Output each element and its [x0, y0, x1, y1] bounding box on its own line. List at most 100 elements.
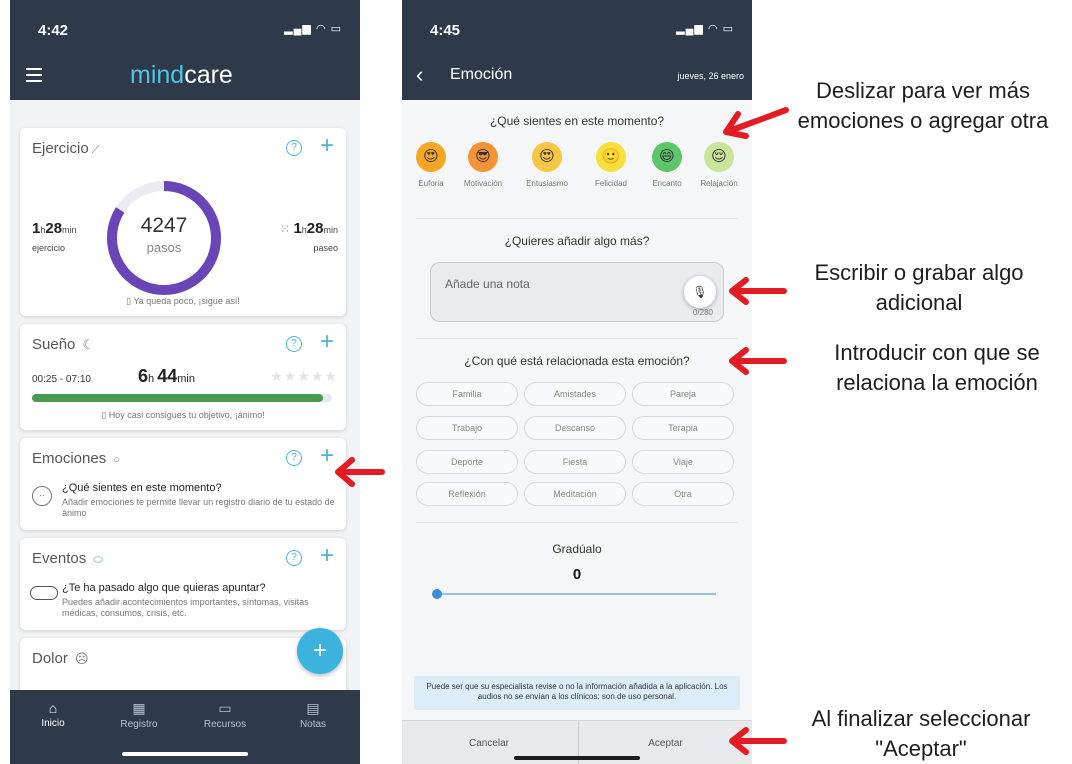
events-title: Eventos ⬭ — [32, 550, 103, 567]
steps-label: pasos — [146, 240, 182, 255]
tab-inicio[interactable]: ⌂ Inicio — [18, 700, 88, 729]
tag-otra[interactable]: Otra — [632, 482, 734, 506]
tag-amistades[interactable]: Amistades — [524, 382, 626, 406]
tag-reflexion[interactable]: Reflexión — [416, 482, 518, 506]
emotions-title: Emociones ○ — [32, 450, 121, 467]
exercise-note: ▯ Ya queda poco, ¡sigue así! — [126, 296, 240, 306]
events-card[interactable]: Eventos ⬭ ? + ¿Te ha pasado algo que qui… — [20, 538, 346, 630]
status-bar: 4:45 ▂▄▆ ◠ ▭ — [402, 0, 752, 52]
shoe-icon: ⟋ — [91, 144, 100, 156]
screen-date: jueves, 26 enero — [677, 71, 744, 81]
add-exercise-button[interactable]: + — [320, 134, 334, 158]
tag-pareja[interactable]: Pareja — [632, 382, 734, 406]
help-icon[interactable]: ? — [286, 550, 302, 566]
events-question: ¿Te ha pasado algo que quieras apuntar? — [62, 582, 266, 594]
add-fab-button[interactable]: + — [297, 628, 343, 674]
annotation-swipe: Deslizar para ver más emociones o agrega… — [797, 78, 1049, 133]
home-screen: 4:42 ▂▄▆ ◠ ▭ mindcare Ejercicio ⟋ ? + 424… — [10, 0, 360, 764]
tag-deporte[interactable]: Deporte — [416, 450, 518, 474]
emotions-description: Añadir emociones te permite llevar un re… — [62, 497, 335, 518]
emotions-card[interactable]: Emociones ○ ? + ·· ¿Qué sientes en este … — [20, 438, 346, 530]
exercise-title: Ejercicio ⟋ — [32, 140, 100, 157]
sleep-card[interactable]: Sueño ☾ ? + 00:25 - 07:10 6h 44min ★★★★★… — [20, 324, 346, 430]
emotion-encanto[interactable]: 😄 Encanto — [644, 142, 690, 188]
annotation-relate: Introducir con que se relaciona la emoci… — [834, 340, 1040, 395]
arrow-icon — [729, 277, 787, 305]
tag-terapia[interactable]: Terapia — [632, 416, 734, 440]
help-icon[interactable]: ? — [286, 140, 302, 156]
tag-meditacion[interactable]: Meditación — [524, 482, 626, 506]
sleep-progress-fill — [32, 394, 323, 402]
arrow-icon — [729, 347, 787, 375]
add-event-button[interactable]: + — [320, 544, 334, 568]
emoji-icon: 😍 — [416, 142, 446, 172]
tab-recursos[interactable]: ▭ Recursos — [190, 700, 260, 730]
tab-registro[interactable]: ▦ Registro — [104, 700, 174, 730]
status-bar: 4:42 ▂▄▆ ◠ ▭ — [10, 0, 360, 52]
sleep-duration: 6h 44min — [138, 366, 195, 386]
tag-familia[interactable]: Familia — [416, 382, 518, 406]
app-logo: mindcare — [130, 61, 233, 89]
emoji-icon: 😎 — [468, 142, 498, 172]
sleep-rating-stars[interactable]: ★★★★★ — [270, 368, 338, 385]
grade-title: Gradúalo — [552, 542, 602, 556]
tag-fiesta[interactable]: Fiesta — [524, 450, 626, 474]
pain-face-icon: ☹ — [75, 651, 89, 666]
emoji-icon: 😌 — [704, 142, 734, 172]
circle-icon: ○ — [113, 454, 121, 466]
annotation-finish: Al finalizar seleccionar "Aceptar" — [811, 706, 1031, 761]
note-char-count: 0/280 — [692, 308, 713, 317]
grade-slider-track[interactable] — [436, 593, 716, 595]
grade-slider-handle[interactable] — [432, 589, 442, 599]
arrow-icon — [335, 457, 385, 487]
divider — [416, 218, 738, 219]
moon-icon: ☾ — [82, 337, 95, 352]
add-sleep-button[interactable]: + — [320, 330, 334, 354]
emoji-icon: 😍 — [532, 142, 562, 172]
divider — [416, 522, 738, 523]
footprints-icon: ⁙ — [280, 222, 294, 236]
emotion-relajacion[interactable]: 😌 Relajación — [696, 142, 742, 188]
help-icon[interactable]: ? — [286, 336, 302, 352]
feel-question: ¿Qué sientes en este momento? — [489, 114, 665, 128]
emotion-euforia[interactable]: 😍 Euforia — [408, 142, 454, 188]
tag-trabajo[interactable]: Trabajo — [416, 416, 518, 440]
signal-wifi-battery-icon: ▂▄▆ ◠ ▭ — [284, 23, 342, 35]
note-icon: ▤ — [306, 700, 320, 716]
emotions-question: ¿Qué sientes en este momento? — [62, 482, 222, 494]
menu-icon[interactable] — [26, 68, 42, 82]
pain-title: Dolor ☹ — [32, 650, 89, 667]
emotion-screen: 4:45 ▂▄▆ ◠ ▭ ‹ Emoción jueves, 26 enero … — [402, 0, 752, 764]
app-header: ‹ Emoción jueves, 26 enero — [402, 52, 752, 100]
walk-duration: ⁙ 1h28min paseo — [280, 220, 338, 253]
tab-notas[interactable]: ▤ Notas — [278, 700, 348, 730]
book-icon: ▭ — [218, 700, 232, 716]
pill-icon: ⬭ — [93, 554, 103, 566]
annotation-write: Escribir o grabar algo adicional — [814, 260, 1024, 315]
sleep-title: Sueño ☾ — [32, 336, 95, 353]
tag-descanso[interactable]: Descanso — [524, 416, 626, 440]
back-icon[interactable]: ‹ — [416, 62, 423, 88]
emoji-icon: 🙂 — [596, 142, 626, 172]
home-indicator — [122, 752, 248, 756]
microphone-icon[interactable]: 🎙 — [684, 276, 716, 308]
emotion-motivacion[interactable]: 😎 Motivación — [460, 142, 506, 188]
exercise-duration: 1h28min ejercicio — [32, 220, 77, 253]
exercise-card[interactable]: Ejercicio ⟋ ? + 4247 pasos 1h28min ejerci… — [20, 128, 346, 316]
emoji-icon: 😄 — [652, 142, 682, 172]
event-pill-icon — [30, 586, 58, 600]
emotion-felicidad[interactable]: 🙂 Felicidad — [588, 142, 634, 188]
note-input[interactable]: Añade una nota 0/280 — [430, 262, 724, 322]
status-time: 4:45 — [430, 22, 461, 39]
neutral-face-icon: ·· — [32, 486, 52, 506]
sleep-range: 00:25 - 07:10 — [32, 374, 91, 385]
emotion-entusiasmo[interactable]: 😍 Entusiasmo — [524, 142, 570, 188]
divider — [416, 338, 738, 339]
disclaimer-text: Puede ser que su especialista revise o n… — [414, 676, 740, 710]
calendar-icon: ▦ — [132, 700, 146, 716]
note-placeholder: Añade una nota — [445, 277, 530, 291]
screen-title: Emoción — [450, 66, 513, 83]
sleep-note: ▯ Hoy casi consigues tu objetivo, ¡ánimo… — [101, 410, 265, 420]
tag-viaje[interactable]: Viaje — [632, 450, 734, 474]
help-icon[interactable]: ? — [286, 450, 302, 466]
